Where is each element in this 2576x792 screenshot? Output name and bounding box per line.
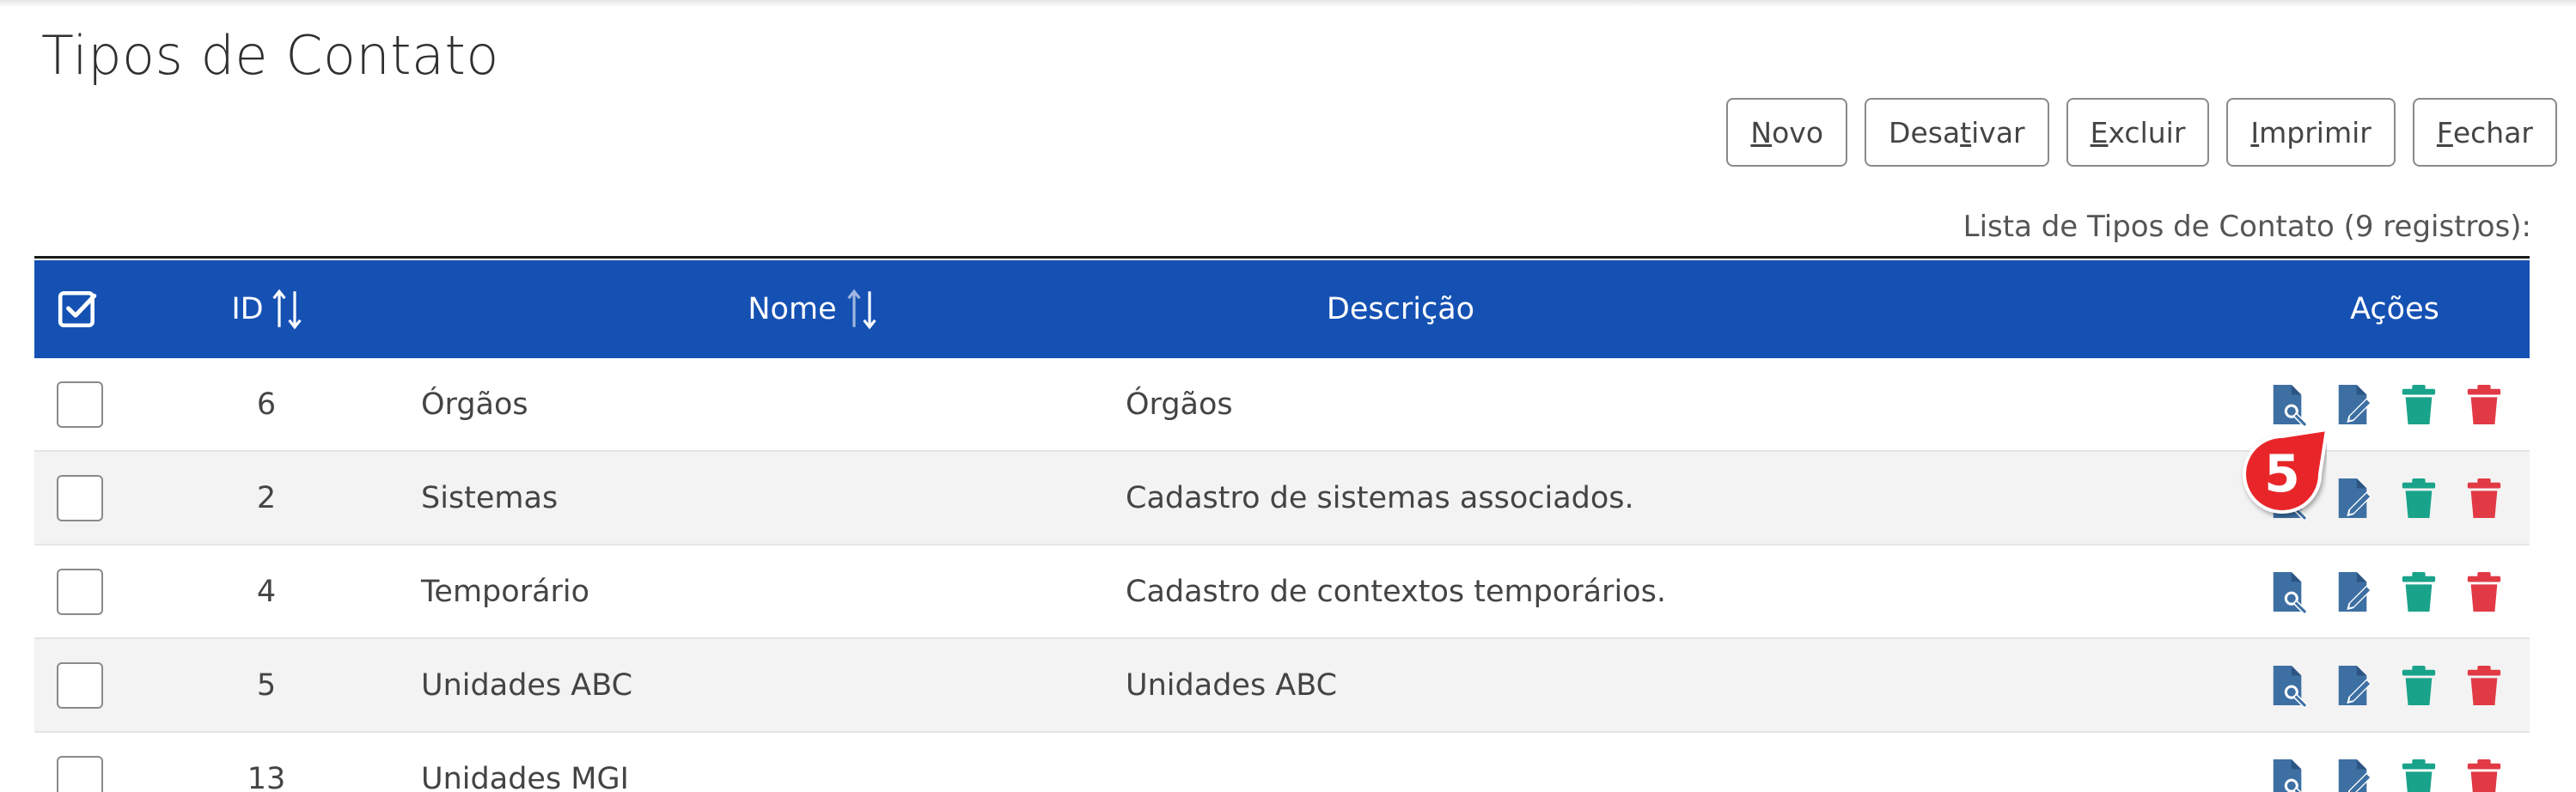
delete-trash-icon[interactable]: [2464, 663, 2504, 708]
header-checkbox-cell: [34, 288, 155, 331]
cell-id: 4: [256, 574, 277, 609]
row-checkbox[interactable]: [57, 474, 103, 521]
table-row[interactable]: 4 Temporário Cadastro de contextos tempo…: [34, 545, 2530, 639]
sort-arrows-icon[interactable]: [272, 289, 302, 330]
table-body: 6 Órgãos Órgãos 2 Sistemas Cadastro de s…: [34, 358, 2530, 792]
table-row[interactable]: 6 Órgãos Órgãos: [34, 358, 2530, 452]
view-document-icon[interactable]: [2268, 382, 2308, 427]
top-shadow: [0, 0, 2576, 7]
row-checkbox-cell: [34, 755, 155, 792]
cell-acoes: [2157, 476, 2530, 521]
cell-descricao: Cadastro de contextos temporários.: [1126, 574, 1666, 609]
contact-types-table: ID Nome Descrição Ações 6 Órgãos Órgãos: [34, 256, 2530, 792]
row-checkbox-cell: [34, 568, 155, 615]
cell-nome: Unidades ABC: [421, 667, 633, 703]
view-document-icon[interactable]: [2268, 757, 2308, 792]
header-nome[interactable]: Nome: [378, 289, 1126, 330]
view-document-icon[interactable]: [2268, 663, 2308, 708]
row-checkbox[interactable]: [57, 568, 103, 615]
novo-button[interactable]: Novo: [1726, 98, 1848, 167]
excluir-button[interactable]: Excluir: [2066, 98, 2210, 167]
cell-id: 5: [256, 667, 277, 703]
deactivate-trash-icon[interactable]: [2399, 382, 2439, 427]
cell-descricao: Unidades ABC: [1126, 667, 1338, 703]
deactivate-trash-icon[interactable]: [2399, 476, 2439, 521]
edit-document-icon[interactable]: [2334, 476, 2373, 521]
imprimir-button[interactable]: Imprimir: [2226, 98, 2396, 167]
select-all-checkbox-icon[interactable]: [57, 288, 100, 331]
row-checkbox[interactable]: [57, 661, 103, 709]
list-caption: Lista de Tipos de Contato (9 registros):: [1963, 210, 2531, 244]
step-callout-badge: 5: [2237, 427, 2329, 519]
delete-trash-icon[interactable]: [2464, 382, 2504, 427]
header-id[interactable]: ID: [155, 289, 378, 330]
row-checkbox[interactable]: [57, 755, 103, 792]
delete-trash-icon[interactable]: [2464, 757, 2504, 792]
cell-nome: Órgãos: [421, 387, 528, 422]
cell-acoes: [2157, 382, 2530, 427]
deactivate-trash-icon[interactable]: [2399, 663, 2439, 708]
delete-trash-icon[interactable]: [2464, 476, 2504, 521]
edit-document-icon[interactable]: [2334, 663, 2373, 708]
cell-acoes: [2157, 570, 2530, 614]
cell-descricao: Cadastro de sistemas associados.: [1126, 480, 1634, 515]
header-acoes: Ações: [2350, 292, 2439, 326]
edit-document-icon[interactable]: [2334, 382, 2373, 427]
toolbar: Novo Desa t ivar Excluir Imprimir Fechar: [1726, 98, 2557, 167]
cell-acoes: [2157, 757, 2530, 792]
cell-nome: Sistemas: [421, 480, 559, 515]
desativar-button[interactable]: Desa t ivar: [1865, 98, 2049, 167]
cell-acoes: [2157, 663, 2530, 708]
table-header: ID Nome Descrição Ações: [34, 259, 2530, 358]
cell-id: 13: [247, 761, 286, 792]
row-checkbox[interactable]: [57, 381, 103, 428]
deactivate-trash-icon[interactable]: [2399, 570, 2439, 614]
cell-descricao: Órgãos: [1126, 387, 1233, 422]
cell-id: 6: [256, 387, 277, 422]
sort-arrows-icon[interactable]: [846, 289, 876, 330]
cell-id: 2: [256, 480, 277, 515]
table-row[interactable]: 13 Unidades MGI: [34, 733, 2530, 792]
deactivate-trash-icon[interactable]: [2399, 757, 2439, 792]
page-title: Tipos de Contato: [41, 24, 499, 87]
table-row[interactable]: 5 Unidades ABC Unidades ABC: [34, 639, 2530, 733]
row-checkbox-cell: [34, 381, 155, 428]
table-row[interactable]: 2 Sistemas Cadastro de sistemas associad…: [34, 452, 2530, 545]
edit-document-icon[interactable]: [2334, 757, 2373, 792]
edit-document-icon[interactable]: [2334, 570, 2373, 614]
delete-trash-icon[interactable]: [2464, 570, 2504, 614]
row-checkbox-cell: [34, 474, 155, 521]
cell-nome: Unidades MGI: [421, 761, 629, 792]
cell-nome: Temporário: [421, 574, 590, 609]
callout-number: 5: [2264, 444, 2300, 504]
header-descricao: Descrição: [1326, 292, 1475, 326]
fechar-button[interactable]: Fechar: [2412, 98, 2557, 167]
view-document-icon[interactable]: [2268, 570, 2308, 614]
row-checkbox-cell: [34, 661, 155, 709]
